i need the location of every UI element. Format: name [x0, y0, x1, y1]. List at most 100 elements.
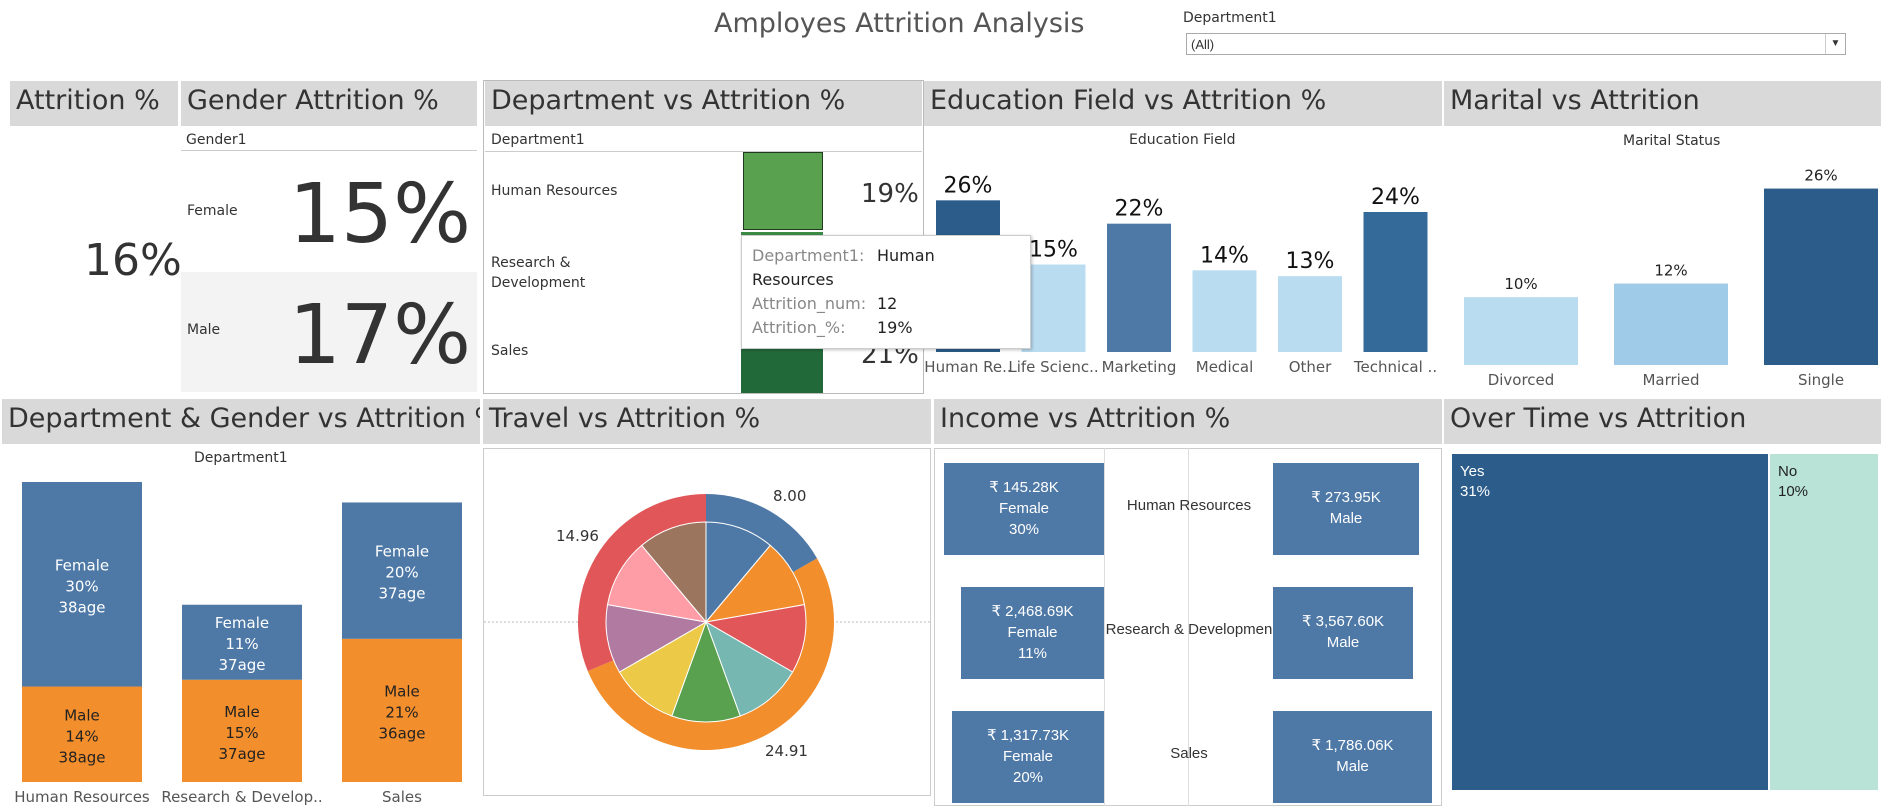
header-income: Income vs Attrition %: [934, 399, 1442, 444]
income-cell-text: ₹ 2,468.69K: [991, 603, 1074, 620]
stack-data-label: 37age: [218, 656, 265, 674]
stack-data-label: Male: [384, 682, 420, 700]
marital-data-label: 10%: [1504, 275, 1537, 293]
department-square-hr[interactable]: [743, 152, 823, 230]
tooltip-value: 12: [877, 294, 898, 313]
gender-row-value: 17%: [288, 288, 471, 383]
overtime-cell-yes[interactable]: Yes 31%: [1452, 454, 1768, 790]
department-divider: [485, 151, 922, 152]
income-female-cell[interactable]: ₹ 145.28K Female 30%: [944, 463, 1104, 555]
education-data-label: 13%: [1286, 249, 1335, 274]
stack-data-label: 14%: [65, 727, 98, 745]
stack-tick-label: Research & Develop..: [161, 788, 322, 806]
attrition-total-value: 16%: [84, 235, 182, 286]
income-cell-text: 30%: [1008, 521, 1040, 538]
gender-row-female[interactable]: Female 15%: [181, 151, 477, 270]
income-cell-text: ₹ 1,786.06K: [1311, 737, 1394, 754]
tooltip-key: Attrition_num:: [752, 294, 867, 313]
education-tick-label: Life Scienc..: [1008, 358, 1098, 376]
income-female-cell[interactable]: ₹ 1,317.73K Female 20%: [952, 711, 1104, 803]
tooltip-key: Department1:: [752, 246, 865, 265]
stack-data-label: Male: [224, 703, 260, 721]
gender-row-male[interactable]: Male 17%: [181, 272, 477, 392]
marital-chart: 10% Divorced 12% Married 26% Single: [1464, 167, 1878, 389]
education-bar[interactable]: [1021, 264, 1086, 353]
header-dept-gender: Department & Gender vs Attrition %: [2, 399, 480, 444]
overtime-value: 31%: [1460, 483, 1491, 500]
income-cell-text: Male: [1336, 758, 1369, 775]
tooltip-row: Department1: Human Resources: [752, 244, 1020, 292]
tooltip-row: Attrition_num: 12: [752, 292, 1020, 316]
gender-row-label: Male: [187, 322, 221, 338]
education-bar[interactable]: [1278, 276, 1342, 352]
education-bar[interactable]: [1107, 223, 1171, 352]
education-data-label: 22%: [1115, 197, 1164, 222]
pie-data-label: 14.96: [556, 527, 599, 545]
dropdown-value: (All): [1191, 37, 1215, 52]
filter-label: Department1: [1183, 10, 1277, 26]
department-row-label: Research & Development: [491, 255, 586, 291]
education-bar[interactable]: [1192, 270, 1257, 352]
tooltip-key: Attrition_%:: [752, 318, 846, 337]
stack-tick-label: Human Resources: [14, 788, 150, 806]
travel-pie-chart: 8.00 24.91 14.96: [484, 487, 930, 760]
education-data-label: 26%: [944, 173, 993, 198]
education-tick-label: Other: [1289, 358, 1332, 376]
stack-data-label: 37age: [218, 745, 265, 763]
income-male-cell[interactable]: ₹ 273.95K Male: [1273, 463, 1419, 555]
marital-tick-label: Divorced: [1488, 371, 1555, 389]
header-overtime: Over Time vs Attrition: [1444, 399, 1881, 444]
marital-axis-title: Marital Status: [1623, 133, 1721, 149]
income-male-cell[interactable]: ₹ 1,786.06K Male: [1273, 711, 1432, 803]
income-cell-text: Female: [998, 500, 1050, 517]
dashboard-title: Amployes Attrition Analysis: [714, 8, 1085, 39]
department-row-label: Human Resources: [491, 183, 618, 199]
dept-gender-axis-title: Department1: [194, 450, 288, 466]
education-bar[interactable]: [1363, 212, 1428, 352]
income-male-cell[interactable]: ₹ 3,567.60K Male: [1273, 587, 1413, 679]
stack-data-label: Female: [55, 556, 109, 574]
marital-bar[interactable]: [1464, 297, 1578, 365]
gender-column-header: Gender1: [186, 132, 247, 148]
education-axis-title: Education Field: [1129, 132, 1236, 148]
stack-data-label: Female: [375, 543, 429, 561]
marital-data-label: 26%: [1804, 167, 1837, 185]
pie-data-label: 8.00: [773, 487, 806, 505]
chevron-down-icon[interactable]: ▼: [1825, 34, 1845, 54]
stack-data-label: 21%: [385, 703, 418, 721]
header-marital: Marital vs Attrition: [1444, 81, 1881, 126]
education-data-label: 24%: [1371, 185, 1420, 210]
tooltip-value: 19%: [877, 318, 913, 337]
overtime-label: No: [1778, 463, 1798, 480]
income-cell-text: ₹ 145.28K: [989, 479, 1059, 496]
header-travel: Travel vs Attrition %: [483, 399, 931, 444]
stack-data-label: 20%: [385, 564, 418, 582]
overtime-cell-no[interactable]: No 10%: [1770, 454, 1878, 790]
income-cell-text: ₹ 273.95K: [1311, 489, 1381, 506]
dept-gender-chart: Male 14% 38age Female 30% 38age Human Resource…: [14, 482, 462, 806]
department-row-label: Sales: [491, 343, 529, 359]
department-tooltip: Department1: Human Resources Attrition_nu…: [741, 235, 1031, 349]
income-cell-text: Female: [1002, 748, 1054, 765]
marital-data-label: 12%: [1654, 262, 1687, 280]
gender-row-label: Female: [187, 203, 238, 219]
department-column-header: Department1: [491, 132, 585, 148]
income-cell-text: 11%: [1018, 645, 1047, 662]
stack-data-label: 38age: [58, 598, 105, 616]
income-female-cell[interactable]: ₹ 2,468.69K Female 11%: [961, 587, 1104, 679]
department-filter-dropdown[interactable]: (All) ▼: [1186, 33, 1846, 55]
stack-tick-label: Sales: [382, 788, 422, 806]
overtime-label: Yes: [1460, 463, 1485, 480]
marital-bar[interactable]: [1614, 283, 1728, 365]
income-cell-text: ₹ 3,567.60K: [1301, 613, 1385, 630]
stack-data-label: 11%: [225, 635, 258, 653]
marital-bar[interactable]: [1764, 188, 1878, 365]
header-gender: Gender Attrition %: [181, 81, 477, 126]
income-dept-label: Human Resources: [1126, 497, 1252, 514]
department-row-value: 19%: [861, 179, 919, 209]
income-dept-label: Research & Developmen: [1105, 621, 1273, 638]
marital-tick-label: Single: [1798, 371, 1844, 389]
marital-tick-label: Married: [1642, 371, 1699, 389]
stack-data-label: 38age: [58, 748, 105, 766]
pie-data-label: 24.91: [765, 742, 808, 760]
